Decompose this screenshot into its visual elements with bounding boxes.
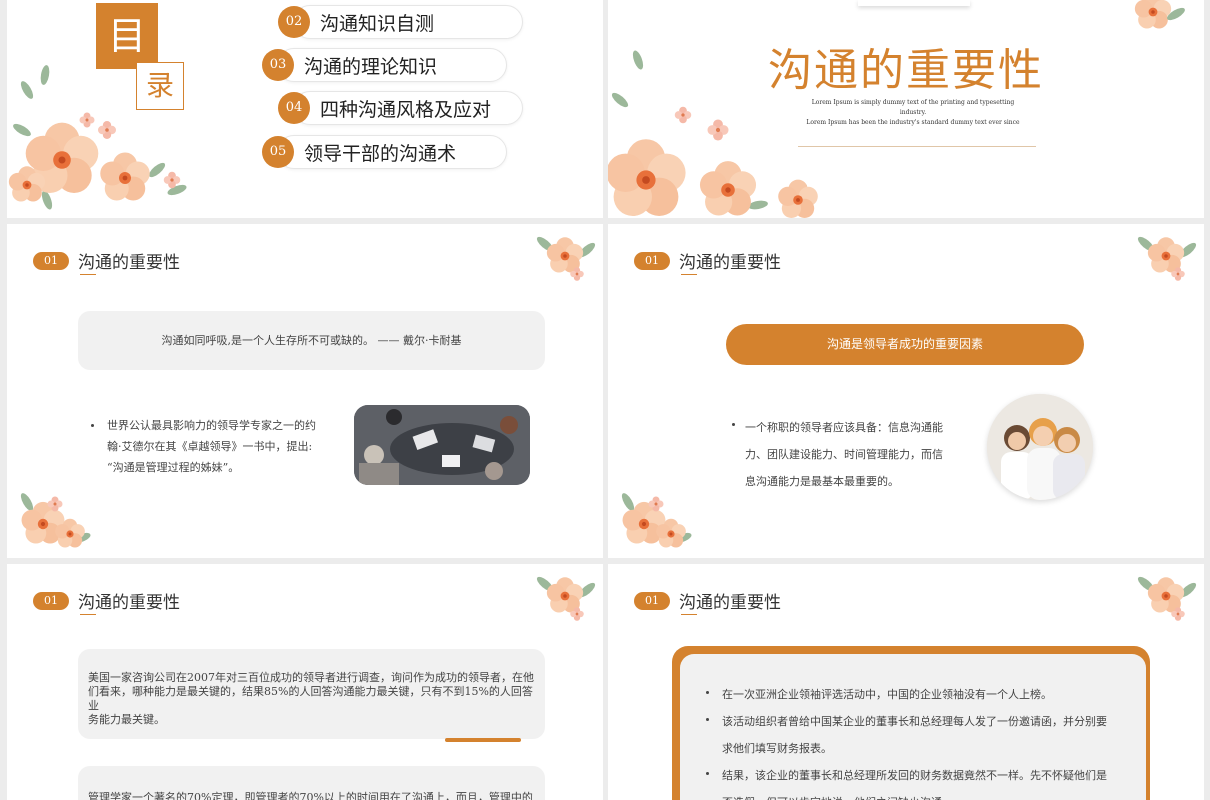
section-title: 沟通的重要性 — [78, 593, 180, 613]
toc-item-label: 沟通的理论知识 — [304, 56, 438, 78]
quote-text: 沟通如同呼吸,是一个人生存所不可或缺的。 —— 戴尔·卡耐基 — [161, 334, 462, 347]
slide-cover[interactable]: 沟通的重要性 Lorem Ipsum is simply dummy text … — [608, 0, 1204, 218]
bullet-dot — [706, 772, 709, 775]
section-number-badge: 01 — [33, 592, 69, 610]
divider — [80, 614, 96, 615]
bullet-dot — [91, 424, 94, 427]
toc-item-05[interactable]: 05 领导干部的沟通术 — [262, 135, 507, 169]
bullet-text: 该活动组织者曾给中国某企业的董事长和总经理每人发了一份邀请函，并分别要 求他们填… — [722, 715, 1107, 755]
cover-subtitle: Lorem Ipsum is simply dummy text of the … — [806, 99, 1020, 126]
text-card: 美国一家咨询公司在2007年对三百位成功的领导者进行调查，询问作为成功的领导者，… — [78, 649, 545, 739]
toc-item-number: 02 — [278, 6, 310, 38]
section-title: 沟通的重要性 — [679, 253, 781, 273]
toc-item-number: 04 — [278, 92, 310, 124]
slide-content-1[interactable]: 01 沟通的重要性 沟通如同呼吸,是一个人生存所不可或缺的。 —— 戴尔·卡耐基… — [7, 224, 603, 558]
toc-item-label: 沟通知识自测 — [320, 13, 435, 35]
text-card: 管理学家一个著名的70%定理，即管理者的70%以上的时间用在了沟通上，而且，管理… — [78, 766, 545, 800]
toc-item-04[interactable]: 04 四种沟通风格及应对 — [278, 91, 523, 125]
toc-mu-block: 目 — [96, 3, 158, 69]
divider — [681, 614, 697, 615]
bullet-text: 在一次亚洲企业领袖评选活动中，中国的企业领袖没有一个人上榜。 — [722, 688, 1052, 701]
team-women-photo — [987, 394, 1093, 500]
section-title: 沟通的重要性 — [679, 593, 781, 613]
floral-decoration — [1134, 0, 1187, 29]
toc-item-label: 领导干部的沟通术 — [304, 143, 457, 165]
slide-content-2[interactable]: 01 沟通的重要性 沟通是领导者成功的重要因素 一个称职的领导者应该具备：信息沟… — [608, 224, 1204, 558]
paragraph-text: 管理学家一个著名的70%定理，即管理者的70%以上的时间用在了沟通上，而且，管理… — [88, 791, 533, 800]
toc-item-02[interactable]: 02 沟通知识自测 — [278, 5, 523, 39]
decorative-card — [858, 0, 970, 6]
bullet-dot — [732, 423, 735, 426]
bullet-card: 在一次亚洲企业领袖评选活动中，中国的企业领袖没有一个人上榜。 该活动组织者曾给中… — [680, 654, 1146, 800]
floral-decoration — [1136, 574, 1198, 621]
slide-content-3[interactable]: 01 沟通的重要性 美国一家咨询公司在2007年对三百位成功的领导者进行调查，询… — [7, 564, 603, 800]
bullet-text: 结果，该企业的董事长和总经理所发回的财务数据竟然不一样。先不怀疑他们是 否造假，… — [722, 769, 1107, 800]
accent-bar — [445, 738, 521, 742]
section-number-badge: 01 — [634, 592, 670, 610]
floral-decoration — [535, 574, 597, 621]
bullet-text: 世界公认最具影响力的领导学专家之一的约 翰·艾德尔在其《卓越领导》一书中，提出:… — [107, 419, 316, 474]
bullet-dot — [706, 718, 709, 721]
toc-item-number: 05 — [262, 136, 294, 168]
paragraph-text: 美国一家咨询公司在2007年对三百位成功的领导者进行调查，询问作为成功的领导者，… — [88, 671, 534, 726]
divider — [798, 146, 1036, 147]
toc-lu-block: 录 — [136, 62, 184, 110]
business-meeting-photo — [354, 405, 530, 485]
divider — [80, 274, 96, 275]
slide-toc[interactable]: 目 录 02 沟通知识自测 03 沟通的理论知识 04 四种沟通风格及应对 05… — [7, 0, 603, 218]
toc-item-03[interactable]: 03 沟通的理论知识 — [262, 48, 507, 82]
quote-card: 沟通如同呼吸,是一个人生存所不可或缺的。 —— 戴尔·卡耐基 — [78, 311, 545, 370]
bullet-dot — [706, 691, 709, 694]
floral-decoration — [1136, 234, 1198, 281]
section-number-badge: 01 — [33, 252, 69, 270]
floral-decoration — [619, 491, 693, 548]
toc-item-label: 四种沟通风格及应对 — [320, 99, 492, 121]
bullet-text: 一个称职的领导者应该具备：信息沟通能 力、团队建设能力、时间管理能力，而信 息沟… — [745, 421, 943, 488]
slide-content-4[interactable]: 01 沟通的重要性 在一次亚洲企业领袖评选活动中，中国的企业领袖没有一个人上榜。… — [608, 564, 1204, 800]
section-number-badge: 01 — [634, 252, 670, 270]
divider — [681, 274, 697, 275]
toc-item-number: 03 — [262, 49, 294, 81]
section-title: 沟通的重要性 — [78, 253, 180, 273]
cover-title: 沟通的重要性 — [768, 45, 1044, 96]
key-point-banner: 沟通是领导者成功的重要因素 — [726, 324, 1084, 365]
floral-decoration — [535, 234, 597, 281]
floral-decoration — [18, 491, 92, 548]
